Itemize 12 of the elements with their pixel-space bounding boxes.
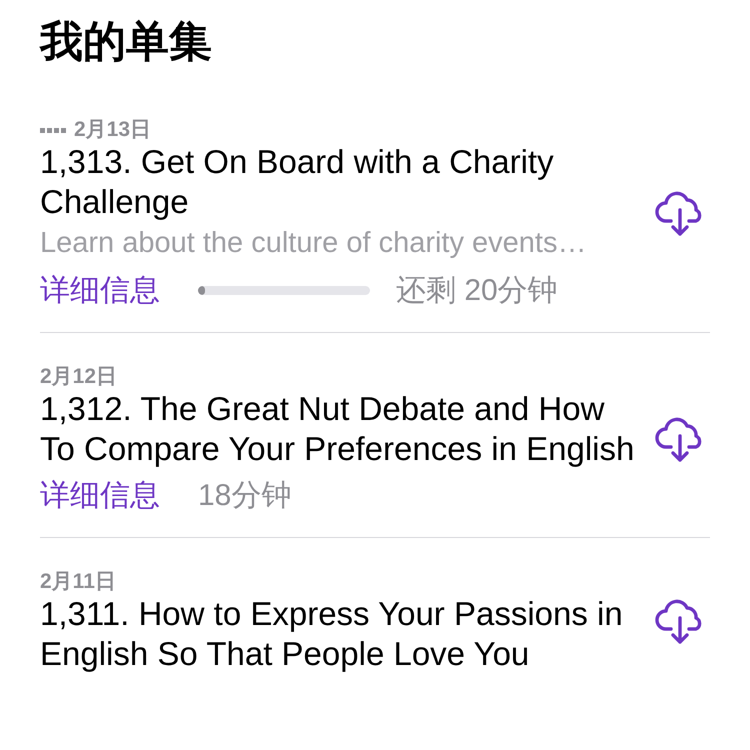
episode-date: 2月11日	[40, 569, 116, 596]
details-link[interactable]: 详细信息	[40, 268, 160, 312]
details-link[interactable]: 详细信息	[40, 472, 160, 518]
episode-date: 2月13日	[74, 117, 152, 144]
episode-description: Learn about the culture of charity events…	[40, 226, 588, 261]
duration-text: 18分钟	[198, 478, 292, 514]
duration-text: 还剩 20分钟	[396, 272, 558, 308]
episode-title[interactable]: 1,312. The Great Nut Debate and How To Compare Your Preferences in English	[40, 389, 635, 469]
episode-title[interactable]: 1,313. Get On Board with a Charity Challenge	[40, 142, 635, 222]
page-title: 我的单集	[40, 17, 213, 68]
episode-date: 2月12日	[40, 364, 118, 390]
episode-title[interactable]: 1,311. How to Express Your Passions in English So That People Love You	[40, 594, 635, 674]
